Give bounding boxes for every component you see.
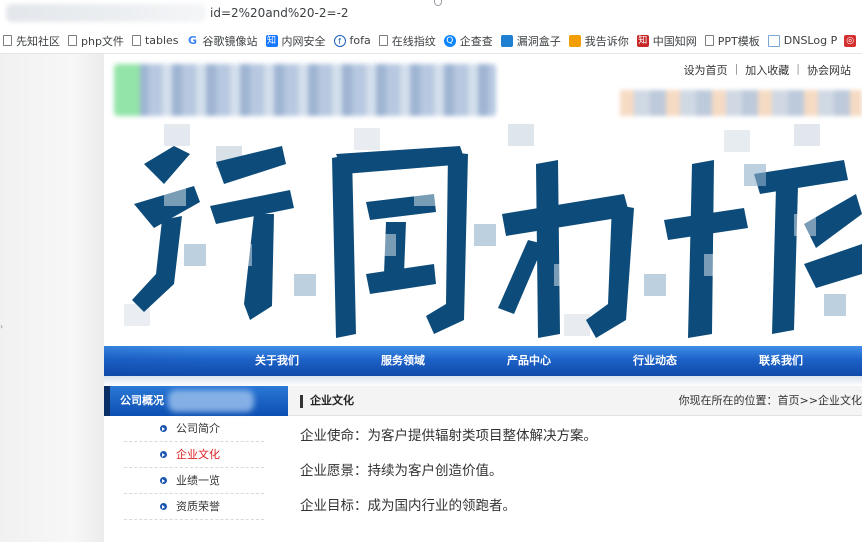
bookmark-label: 先知社区 xyxy=(16,34,60,48)
tool-icon xyxy=(131,35,141,46)
bookmark-item[interactable]: 先知社区 xyxy=(0,30,65,52)
key-icon xyxy=(434,0,442,6)
orange-icon xyxy=(568,34,581,47)
add-favorite-link[interactable]: 加入收藏 xyxy=(738,62,796,78)
website-page: 设为首页 | 加入收藏 | 协会网站 关于我们 服务领域 产品中心 行业动态 联… xyxy=(104,54,862,542)
sidebar: 公司概况 公司简介 企业文化 业绩一览 资质荣誉 xyxy=(104,386,288,542)
bookmark-item[interactable]: 漏洞盒子 xyxy=(498,30,566,52)
bullet-icon xyxy=(160,451,167,458)
content-title: 企业文化 xyxy=(310,394,354,407)
bookmark-label: tables xyxy=(144,34,179,47)
hero-banner xyxy=(104,124,862,346)
sidebar-header: 公司概况 xyxy=(104,386,288,416)
sidebar-item-label: 业绩一览 xyxy=(176,474,220,487)
page-icon xyxy=(378,35,388,46)
vision-text: 企业愿景：持续为客户创造价值。 xyxy=(300,463,503,479)
bullet-icon xyxy=(160,503,167,510)
nav-left-fade xyxy=(104,346,214,376)
bookmark-item[interactable]: php文件 xyxy=(65,30,129,52)
nav-about-us[interactable]: 关于我们 xyxy=(214,346,340,376)
dns-icon xyxy=(767,34,780,47)
bookmarks-bar: 先知社区 php文件 tables G 谷歌镜像站知内网安全 f fofa 在线指纹 Q 企查查漏… xyxy=(0,28,862,54)
content-header: 企业文化 你现在所在的位置：首页>>企业文化 xyxy=(288,386,862,416)
sidebar-item-corporate-culture[interactable]: 企业文化 xyxy=(124,442,264,468)
main-nav: 关于我们 服务领域 产品中心 行业动态 联系我们 xyxy=(104,346,862,376)
bookmark-item[interactable]: PPT模板 xyxy=(702,30,765,52)
set-homepage-link[interactable]: 设为首页 xyxy=(677,62,735,78)
bookmark-item[interactable]: G 谷歌镜像站 xyxy=(184,30,263,52)
sidebar-item-label: 企业文化 xyxy=(176,448,220,461)
nav-industry-news[interactable]: 行业动态 xyxy=(592,346,718,376)
bookmark-label: fofa xyxy=(349,34,371,47)
qcc-icon: Q xyxy=(443,34,456,47)
bookmark-label: PPT模板 xyxy=(717,34,760,48)
bookmark-label: 漏洞盒子 xyxy=(516,34,561,48)
bookmark-label: 我告诉你 xyxy=(584,34,629,48)
nav-contact-us[interactable]: 联系我们 xyxy=(718,346,844,376)
bookmark-item[interactable]: f fofa xyxy=(331,30,376,52)
bookmark-label: 中国知网 xyxy=(652,34,697,48)
bullet-icon xyxy=(160,425,167,432)
association-link[interactable]: 协会网站 xyxy=(800,62,858,78)
cnki-icon: 知 xyxy=(636,34,649,47)
bullet-icon xyxy=(160,477,167,484)
bookmark-item[interactable]: Q 企查查 xyxy=(441,30,498,52)
url-redacted xyxy=(6,4,206,22)
sidebar-title: 公司概况 xyxy=(120,394,164,407)
logo-redacted xyxy=(114,64,496,116)
bookmark-item[interactable]: 知中国知网 xyxy=(634,30,702,52)
sidebar-item-qualifications[interactable]: 资质荣誉 xyxy=(124,494,264,520)
content-area: 企业文化 你现在所在的位置：首页>>企业文化 企业使命：为客户提供辐射类项目整体… xyxy=(288,386,862,542)
more-bookmarks-icon[interactable]: ◎ xyxy=(844,34,857,47)
sidebar-header-edge xyxy=(104,386,110,416)
address-bar[interactable]: id=2%20and%20-2=-2 xyxy=(0,0,862,28)
sidebar-list: 公司简介 企业文化 业绩一览 资质荣誉 xyxy=(104,416,288,520)
fofa-icon: f xyxy=(333,34,346,47)
bookmark-label: DNSLog P xyxy=(783,34,838,47)
bookmark-label: 在线指纹 xyxy=(391,34,436,48)
slogan-redacted xyxy=(620,90,862,116)
page-icon xyxy=(68,35,77,46)
mission-text: 企业使命：为客户提供辐射类项目整体解决方案。 xyxy=(300,428,597,444)
goal-text: 企业目标：成为国内行业的领跑者。 xyxy=(300,498,516,514)
sidebar-item-label: 公司简介 xyxy=(176,422,220,435)
bookmark-item[interactable]: 我告诉你 xyxy=(566,30,634,52)
sidebar-redacted xyxy=(168,390,254,412)
bookmark-label: 企查查 xyxy=(459,34,493,48)
sidebar-item-achievements[interactable]: 业绩一览 xyxy=(124,468,264,494)
content-body: 企业使命：为客户提供辐射类项目整体解决方案。 企业愿景：持续为客户创造价值。 企… xyxy=(300,426,860,531)
bookmark-item[interactable]: tables xyxy=(129,30,184,52)
title-bar-marker xyxy=(300,395,303,408)
page-icon xyxy=(3,35,12,46)
page-edge: › xyxy=(0,54,104,542)
zhihu-icon: 知 xyxy=(265,34,278,47)
bookmark-item[interactable]: DNSLog P xyxy=(765,30,842,52)
page-icon xyxy=(704,35,714,46)
bookmark-item[interactable]: 知内网安全 xyxy=(263,30,331,52)
nav-services[interactable]: 服务领域 xyxy=(340,346,466,376)
site-header: 设为首页 | 加入收藏 | 协会网站 xyxy=(104,54,862,124)
bookmark-label: 谷歌镜像站 xyxy=(202,34,258,48)
bookmark-label: php文件 xyxy=(81,34,124,48)
top-links: 设为首页 | 加入收藏 | 协会网站 xyxy=(677,62,858,78)
breadcrumb[interactable]: 你现在所在的位置：首页>>企业文化 xyxy=(679,386,862,416)
calligraphy-banner xyxy=(124,124,862,338)
sidebar-item-company-profile[interactable]: 公司简介 xyxy=(124,416,264,442)
bookmark-label: 内网安全 xyxy=(281,34,326,48)
google-icon: G xyxy=(186,33,199,47)
url-text[interactable]: id=2%20and%20-2=-2 xyxy=(210,6,349,20)
sidebar-item-label: 资质荣誉 xyxy=(176,500,220,513)
cloud-icon xyxy=(500,34,513,47)
bookmark-item[interactable]: 在线指纹 xyxy=(376,30,441,52)
nav-products[interactable]: 产品中心 xyxy=(466,346,592,376)
edge-mark: › xyxy=(0,322,4,331)
nav-shadow xyxy=(104,376,862,386)
